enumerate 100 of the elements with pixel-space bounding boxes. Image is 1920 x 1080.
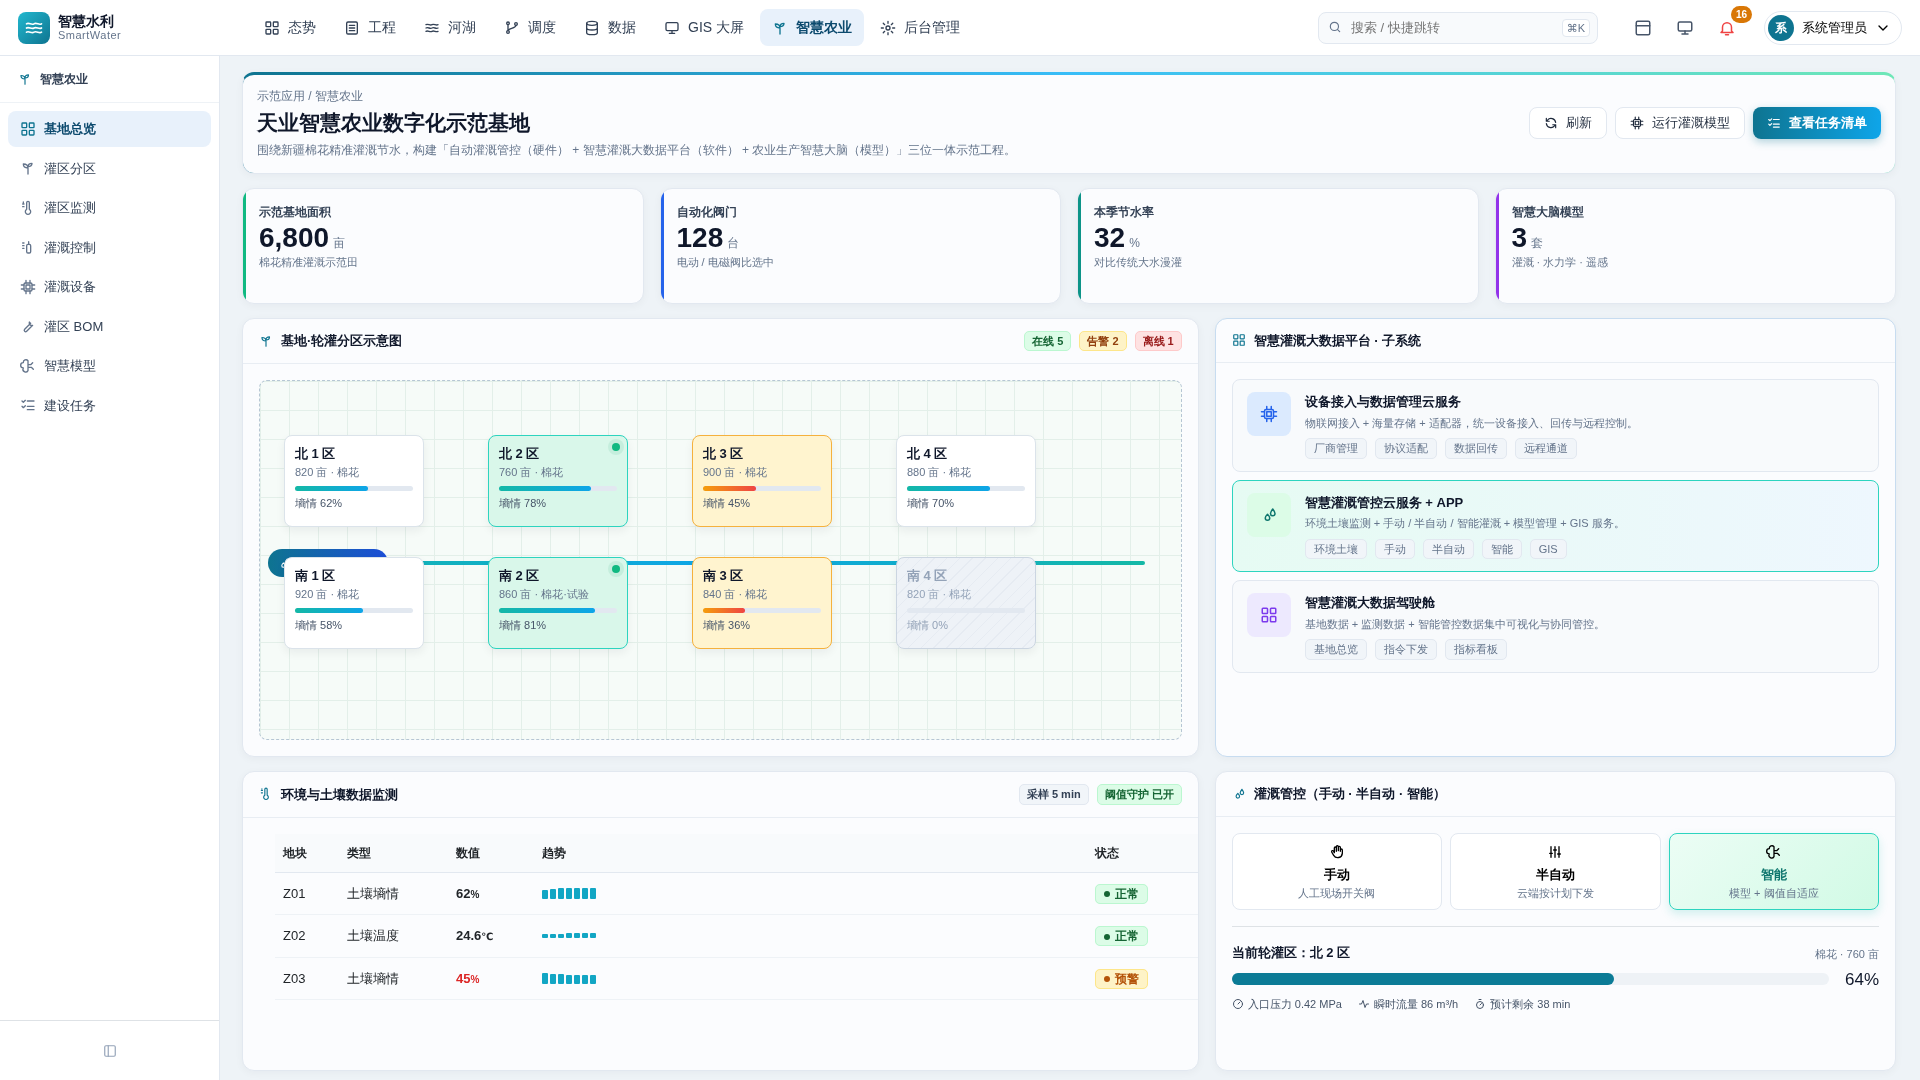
sidebar-item[interactable]: 灌溉控制: [8, 229, 211, 265]
search-icon: [1328, 19, 1342, 34]
brand-name: 智慧水利: [58, 13, 115, 30]
chip-icon: [1259, 405, 1278, 423]
panel-title: 基地·轮灌分区示意图: [281, 332, 403, 350]
action-button[interactable]: 运行灌溉模型: [1615, 107, 1745, 139]
active-dot: [612, 565, 620, 573]
subsystem-card[interactable]: 智慧灌溉管控云服务 + APP 环境土壤监测 + 手动 / 半自动 / 智能灌溉 + 模型管理 + GIS 服务。 环境土壤 手动 半自动 智能 GIS: [1231, 479, 1879, 572]
user-menu[interactable]: 系 系统管理员: [1764, 10, 1902, 45]
nav-tab[interactable]: 工程: [332, 9, 408, 46]
zone-card[interactable]: 北 4 区 880 亩 · 棉花 墒情 70%: [896, 435, 1036, 527]
refresh-icon: [1544, 115, 1558, 130]
reading-value: 62%: [456, 885, 480, 901]
action-button[interactable]: 刷新: [1529, 107, 1607, 139]
primary-button[interactable]: 查看任务清单: [1753, 107, 1881, 139]
grid-icon: [20, 120, 36, 137]
active-dot: [612, 443, 620, 451]
sidebar-item[interactable]: 灌溉设备: [8, 269, 211, 305]
sprout-icon: [18, 72, 32, 86]
subsystem-title: 智慧灌溉大数据驾驶舱: [1304, 594, 1436, 612]
page-description: 围绕新疆棉花精准灌溉节水，构建「自动灌溉管控（硬件） + 智慧灌溉大数据平台（软件） + 农业生产智慧大脑（模型）」三位一体示范工程。: [257, 141, 1017, 159]
nav-tab[interactable]: 河湖: [412, 9, 488, 46]
nav-tab[interactable]: 数据: [572, 9, 648, 46]
mode-option[interactable]: 智能 模型 + 阈值自适应: [1668, 832, 1879, 910]
subsystem-card[interactable]: 设备接入与数据管理云服务 物联网接入 + 海量存储 + 适配器，统一设备接入、回传与远程控制。 厂商管理 协议适配 数据回传 远程通道: [1231, 379, 1879, 472]
zone-card[interactable]: 南 2 区 860 亩 · 棉花·试验 墒情 81%: [488, 557, 628, 649]
stat-value: 3: [1511, 220, 1528, 255]
zone-card[interactable]: 北 1 区 820 亩 · 棉花 墒情 62%: [284, 435, 424, 527]
column-header: 类型: [347, 845, 372, 860]
subsystem-description: 物联网接入 + 海量存储 + 适配器，统一设备接入、回传与远程控制。: [1304, 415, 1638, 431]
zone-name: 北 2 区: [499, 445, 540, 463]
sliders-icon: [1547, 844, 1564, 861]
sidebar-item[interactable]: 灌区监测: [8, 190, 211, 226]
zone-name: 南 1 区: [295, 567, 336, 585]
sidebar-item[interactable]: 建设任务: [8, 387, 211, 423]
moisture-reading: 墒情 78%: [499, 496, 547, 511]
stat-value: 128: [676, 220, 724, 255]
nav-tab[interactable]: 调度: [492, 9, 568, 46]
nav-tab[interactable]: 后台管理: [868, 9, 972, 46]
zone-name: 南 4 区: [907, 567, 948, 585]
table-cell: Z01: [283, 885, 306, 901]
feature-tag: 远程通道: [1514, 438, 1577, 459]
subsystem-card[interactable]: 智慧灌溉大数据驾驶舱 基地数据 + 监测数据 + 智能管控数据集中可视化与协同管控。 基地总览 指令下发 指标看板: [1231, 580, 1879, 673]
sidebar-item[interactable]: 灌区 BOM: [8, 308, 211, 344]
reading-value: 24.6℃: [456, 928, 494, 943]
stat-note: 对比传统大水漫灌: [1094, 255, 1182, 271]
reading-value: 45%: [456, 970, 480, 986]
stat-value: 32: [1094, 220, 1126, 255]
nav-tab[interactable]: 态势: [252, 9, 328, 46]
moisture-reading: 墒情 0%: [907, 618, 948, 633]
trend-sparkline: [541, 887, 596, 899]
sidebar-item[interactable]: 智慧模型: [8, 348, 211, 384]
zone-name: 北 4 区: [907, 445, 948, 463]
mode-option[interactable]: 半自动 云端按计划下发: [1450, 832, 1661, 910]
feature-tag: 厂商管理: [1304, 438, 1367, 459]
zone-card[interactable]: 南 1 区 920 亩 · 棉花 墒情 58%: [284, 557, 424, 649]
grid-icon: [264, 19, 280, 36]
feature-tag: 数据回传: [1444, 438, 1507, 459]
panel-title: 灌溉管控（手动 · 半自动 · 智能）: [1253, 785, 1446, 803]
status-badge: 预警: [1095, 968, 1149, 989]
zone-name: 北 3 区: [703, 445, 744, 463]
status-count: 告警 2: [1079, 330, 1127, 351]
feature-tag: 智能: [1481, 538, 1522, 559]
brain-icon: [1765, 844, 1782, 861]
table-cell: 土壤温度: [347, 928, 400, 943]
stat-note: 电动 / 电磁阀比选中: [676, 255, 774, 271]
column-header: 地块: [283, 845, 307, 860]
moisture-reading: 墒情 70%: [907, 496, 955, 511]
zone-card[interactable]: 北 2 区 760 亩 · 棉花 墒情 78%: [488, 435, 628, 527]
zone-card[interactable]: 北 3 区 900 亩 · 棉花 墒情 45%: [692, 435, 832, 527]
sidebar-item[interactable]: 灌区分区: [8, 150, 211, 186]
checklist-icon: [1767, 115, 1781, 130]
sidebar-item[interactable]: 基地总览: [8, 111, 211, 147]
breadcrumb: 示范应用 / 智慧农业: [257, 88, 364, 105]
avatar: 系: [1768, 14, 1794, 41]
building-icon: [344, 19, 360, 36]
timer-icon: [1474, 998, 1487, 1011]
nav-tab[interactable]: GIS 大屏: [652, 9, 756, 46]
nav-tab[interactable]: 智慧农业: [760, 9, 864, 46]
current-zone-label: 当前轮灌区：北 2 区: [1231, 944, 1351, 962]
zone-info: 900 亩 · 棉花: [703, 464, 768, 480]
mode-option[interactable]: 手动 人工现场开关阀: [1231, 832, 1443, 910]
column-header: 数值: [456, 845, 480, 860]
chip-icon: [1630, 115, 1644, 130]
zone-name: 北 1 区: [295, 445, 336, 463]
info-tag: 阈值守护 已开: [1096, 784, 1182, 805]
settings-icon: [880, 19, 896, 36]
notification-icon: [1718, 19, 1736, 38]
stat-unit: 套: [1531, 234, 1544, 252]
layout-icon: [1634, 19, 1652, 38]
zone-card[interactable]: 南 3 区 840 亩 · 棉花 墒情 36%: [692, 557, 832, 649]
column-header: 状态: [1095, 845, 1120, 860]
flow-stat: 预计剩余 38 min: [1490, 997, 1571, 1012]
zone-info: 760 亩 · 棉花: [499, 464, 564, 480]
moisture-reading: 墒情 58%: [295, 618, 343, 633]
stat-note: 棉花精准灌溉示范田: [259, 255, 358, 271]
moisture-reading: 墒情 45%: [703, 496, 751, 511]
brand-subtitle: SmartWater: [58, 29, 122, 42]
panel-title: 环境与土壤数据监测: [281, 785, 398, 804]
table-cell: 土壤墒情: [347, 970, 400, 986]
